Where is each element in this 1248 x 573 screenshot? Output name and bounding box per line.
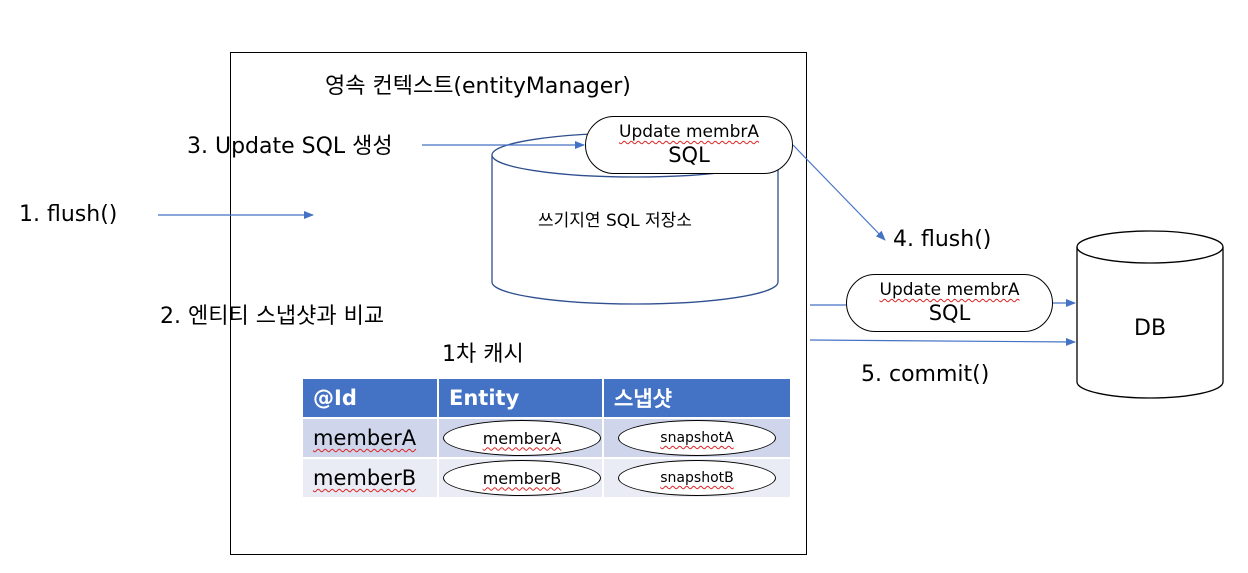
- db-cylinder: [1076, 230, 1224, 399]
- step-4-flush: 4. flush(): [893, 227, 992, 252]
- pill-line1: Update membrA: [879, 280, 1020, 301]
- pill-line2: SQL: [668, 142, 710, 167]
- commit-arrow: [809, 337, 1076, 346]
- first-level-cache-table: @Id Entity 스냅샷 memberA memberA snapshotA…: [303, 379, 792, 497]
- step-2-compare: 2. 엔티티 스냅샷과 비교: [160, 304, 385, 329]
- context-title: 영속 컨텍스트(entityManager): [325, 74, 631, 99]
- pill-line2: SQL: [928, 300, 971, 325]
- cache-title: 1차 캐시: [442, 342, 524, 367]
- table-header-row: @Id Entity 스냅샷: [303, 379, 792, 417]
- header-entity: Entity: [439, 379, 604, 417]
- pill-line1: Update membrA: [619, 122, 759, 143]
- snapshot-oval: snapshotA: [618, 420, 776, 456]
- flush-to-db-arrow: [792, 144, 886, 241]
- row-id: memberA: [313, 426, 417, 450]
- table-row: memberA memberA snapshotA: [303, 417, 792, 457]
- entity-oval: memberB: [443, 460, 601, 496]
- db-label: DB: [1134, 316, 1167, 341]
- step-1-flush: 1. flush(): [19, 202, 118, 227]
- step-5-commit: 5. commit(): [861, 362, 990, 387]
- table-row: memberB memberB snapshotB: [303, 457, 792, 497]
- entity-oval: memberA: [443, 420, 601, 456]
- update-sql-pill-db: Update membrA SQL: [846, 274, 1053, 332]
- sql-store-label: 쓰기지연 SQL 저장소: [538, 211, 692, 231]
- step-3-update-sql: 3. Update SQL 생성: [187, 134, 393, 159]
- header-snapshot: 스냅샷: [604, 379, 792, 417]
- header-id: @Id: [303, 379, 439, 417]
- snapshot-oval: snapshotB: [618, 460, 776, 496]
- row-id: memberB: [313, 466, 417, 490]
- update-sql-pill-store: Update membrA SQL: [585, 116, 793, 174]
